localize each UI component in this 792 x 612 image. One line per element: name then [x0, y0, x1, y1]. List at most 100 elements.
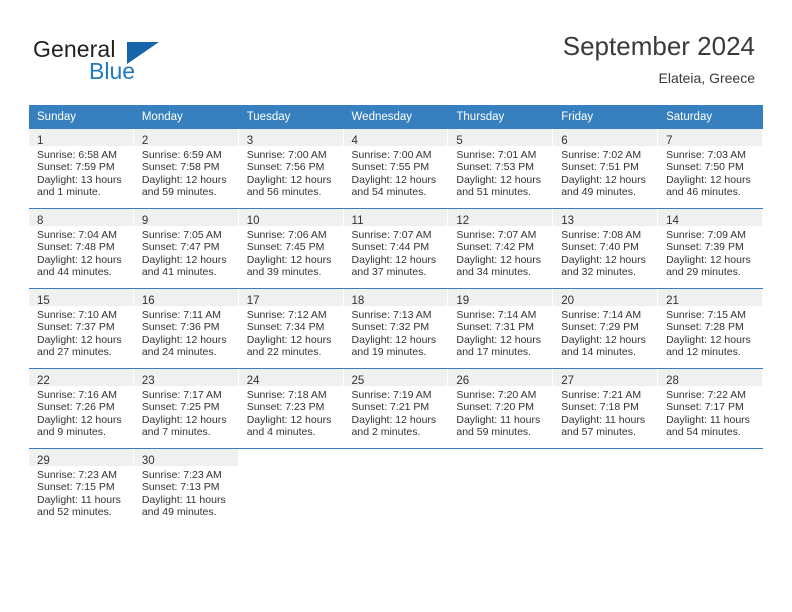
day-details: Sunrise: 7:21 AM Sunset: 7:18 PM Daylight:… — [553, 386, 658, 439]
day-details: Sunrise: 7:13 AM Sunset: 7:32 PM Daylight:… — [344, 306, 449, 359]
daylight-text-line1: Daylight: 11 hours — [561, 413, 646, 426]
day-number: 13 — [561, 215, 575, 227]
weekday-header-saturday: Saturday — [658, 105, 763, 129]
calendar-cell-inner: 8 Sunrise: 7:04 AM Sunset: 7:48 PM Daylight… — [29, 209, 134, 288]
daylight-text-line2: and 49 minutes. — [561, 186, 636, 199]
day-number-strip: 2 — [133, 129, 239, 147]
daylight-text-line1: Daylight: 12 hours — [561, 253, 646, 266]
calendar-cell-day[interactable]: 15 Sunrise: 7:10 AM Sunset: 7:37 PM Dayligh… — [29, 288, 134, 369]
sunrise-text: Sunrise: 7:04 AM — [37, 229, 117, 241]
calendar-cell-day[interactable]: 7 Sunrise: 7:03 AM Sunset: 7:50 PM Daylight… — [658, 129, 763, 209]
calendar-cell-day[interactable]: 13 Sunrise: 7:08 AM Sunset: 7:40 PM Dayligh… — [553, 208, 659, 289]
sunrise-text: Sunrise: 7:05 AM — [141, 229, 222, 241]
daylight-text-line1: Daylight: 12 hours — [561, 333, 646, 346]
calendar-cell-day[interactable]: 17 Sunrise: 7:12 AM Sunset: 7:34 PM Dayligh… — [238, 288, 344, 369]
daylight-text-line1: Daylight: 12 hours — [141, 253, 227, 266]
sunrise-text: Sunrise: 7:13 AM — [351, 309, 432, 321]
day-details: Sunrise: 7:09 AM Sunset: 7:39 PM Daylight:… — [658, 226, 763, 279]
day-number-strip: 27 — [553, 369, 659, 387]
day-number-strip: 6 — [553, 129, 659, 147]
calendar-cell-day[interactable]: 11 Sunrise: 7:07 AM Sunset: 7:44 PM Dayligh… — [343, 208, 449, 289]
general-blue-logo[interactable]: General Blue — [33, 36, 223, 92]
day-number: 25 — [351, 375, 365, 387]
day-details: Sunrise: 7:06 AM Sunset: 7:45 PM Daylight:… — [239, 226, 344, 279]
day-details: Sunrise: 7:16 AM Sunset: 7:26 PM Daylight:… — [29, 386, 134, 439]
calendar-cell-inner: 21 Sunrise: 7:15 AM Sunset: 7:28 PM Dayligh… — [658, 289, 763, 368]
day-number-strip: 28 — [658, 369, 763, 387]
day-number-strip: 18 — [343, 289, 449, 307]
calendar-cell-day[interactable]: 25 Sunrise: 7:19 AM Sunset: 7:21 PM Dayligh… — [343, 368, 449, 449]
calendar-cell-day[interactable]: 20 Sunrise: 7:14 AM Sunset: 7:29 PM Dayligh… — [553, 288, 659, 369]
calendar-cell-day[interactable]: 19 Sunrise: 7:14 AM Sunset: 7:31 PM Dayligh… — [448, 288, 554, 369]
daylight-text-line2: and 51 minutes. — [456, 186, 532, 199]
calendar-cell-inner: 25 Sunrise: 7:19 AM Sunset: 7:21 PM Dayligh… — [343, 369, 449, 448]
daylight-text-line1: Daylight: 12 hours — [141, 333, 227, 346]
sunset-text: Sunset: 7:58 PM — [141, 161, 220, 174]
calendar-cell-day[interactable]: 16 Sunrise: 7:11 AM Sunset: 7:36 PM Dayligh… — [133, 288, 239, 369]
calendar-cell-empty — [343, 448, 449, 528]
sunset-text: Sunset: 7:40 PM — [561, 241, 639, 254]
day-number-strip: 4 — [343, 129, 449, 147]
calendar-cell-inner: 12 Sunrise: 7:07 AM Sunset: 7:42 PM Dayligh… — [448, 209, 554, 288]
day-number-strip — [553, 449, 658, 466]
calendar-cell-day[interactable]: 22 Sunrise: 7:16 AM Sunset: 7:26 PM Dayligh… — [29, 368, 134, 449]
calendar-cell-day[interactable]: 10 Sunrise: 7:06 AM Sunset: 7:45 PM Dayligh… — [238, 208, 344, 289]
day-number: 2 — [141, 135, 149, 147]
calendar-cell-day[interactable]: 30 Sunrise: 7:23 AM Sunset: 7:13 PM Dayligh… — [133, 448, 239, 528]
day-details: Sunrise: 7:19 AM Sunset: 7:21 PM Daylight:… — [344, 386, 449, 439]
calendar-cell-day[interactable]: 6 Sunrise: 7:02 AM Sunset: 7:51 PM Daylight… — [553, 129, 659, 209]
calendar-week-row: 22 Sunrise: 7:16 AM Sunset: 7:26 PM Dayligh… — [29, 368, 763, 449]
sunrise-text: Sunrise: 7:02 AM — [561, 149, 642, 161]
day-number-strip: 26 — [448, 369, 554, 387]
calendar-cell-day[interactable]: 4 Sunrise: 7:00 AM Sunset: 7:55 PM Daylight… — [343, 129, 449, 209]
daylight-text-line2: and 22 minutes. — [246, 346, 322, 359]
calendar-cell-day[interactable]: 5 Sunrise: 7:01 AM Sunset: 7:53 PM Daylight… — [448, 129, 554, 209]
sunset-text: Sunset: 7:48 PM — [37, 241, 115, 254]
calendar-cell-day[interactable]: 1 Sunrise: 6:58 AM Sunset: 7:59 PM Daylight… — [29, 129, 134, 209]
calendar-cell-day[interactable]: 3 Sunrise: 7:00 AM Sunset: 7:56 PM Daylight… — [238, 129, 344, 209]
calendar-week-row: 15 Sunrise: 7:10 AM Sunset: 7:37 PM Dayligh… — [29, 288, 763, 369]
daylight-text-line1: Daylight: 12 hours — [666, 333, 751, 346]
calendar-cell-day[interactable]: 26 Sunrise: 7:20 AM Sunset: 7:20 PM Dayligh… — [448, 368, 554, 449]
day-details: Sunrise: 7:05 AM Sunset: 7:47 PM Daylight:… — [134, 226, 239, 279]
day-details: Sunrise: 7:18 AM Sunset: 7:23 PM Daylight:… — [239, 386, 344, 439]
day-number: 27 — [561, 375, 575, 387]
calendar-cell-day[interactable]: 8 Sunrise: 7:04 AM Sunset: 7:48 PM Daylight… — [29, 208, 134, 289]
calendar-cell-inner — [658, 449, 763, 528]
calendar-cell-day[interactable]: 9 Sunrise: 7:05 AM Sunset: 7:47 PM Daylight… — [133, 208, 239, 289]
daylight-text-line2: and 12 minutes. — [666, 346, 741, 359]
calendar-cell-inner: 7 Sunrise: 7:03 AM Sunset: 7:50 PM Daylight… — [658, 129, 763, 208]
calendar-cell-day[interactable]: 24 Sunrise: 7:18 AM Sunset: 7:23 PM Dayligh… — [238, 368, 344, 449]
sunrise-text: Sunrise: 7:23 AM — [37, 469, 117, 481]
sunset-text: Sunset: 7:42 PM — [456, 241, 535, 254]
calendar-cell-day[interactable]: 29 Sunrise: 7:23 AM Sunset: 7:15 PM Dayligh… — [29, 448, 134, 528]
day-details: Sunrise: 7:23 AM Sunset: 7:13 PM Daylight:… — [134, 466, 239, 519]
sunrise-text: Sunrise: 7:15 AM — [666, 309, 747, 321]
sunrise-text: Sunrise: 7:03 AM — [666, 149, 747, 161]
calendar-cell-day[interactable]: 21 Sunrise: 7:15 AM Sunset: 7:28 PM Dayligh… — [658, 288, 763, 369]
day-number: 6 — [561, 135, 568, 147]
day-number: 3 — [246, 135, 254, 147]
day-number: 11 — [351, 215, 364, 227]
day-number-strip: 7 — [658, 129, 763, 147]
day-details: Sunrise: 7:04 AM Sunset: 7:48 PM Daylight:… — [29, 226, 134, 279]
calendar-cell-day[interactable]: 23 Sunrise: 7:17 AM Sunset: 7:25 PM Dayligh… — [133, 368, 239, 449]
calendar-cell-day[interactable]: 28 Sunrise: 7:22 AM Sunset: 7:17 PM Dayligh… — [658, 368, 763, 449]
calendar-cell-day[interactable]: 2 Sunrise: 6:59 AM Sunset: 7:58 PM Daylight… — [133, 129, 239, 209]
daylight-text-line1: Daylight: 11 hours — [141, 493, 226, 506]
calendar-cell-day[interactable]: 14 Sunrise: 7:09 AM Sunset: 7:39 PM Dayligh… — [658, 208, 763, 289]
sunset-text: Sunset: 7:23 PM — [246, 401, 325, 414]
sunrise-text: Sunrise: 7:08 AM — [561, 229, 642, 241]
calendar-cell-inner: 19 Sunrise: 7:14 AM Sunset: 7:31 PM Dayligh… — [448, 289, 554, 368]
daylight-text-line2: and 32 minutes. — [561, 266, 636, 279]
calendar-cell-empty — [658, 448, 763, 528]
sunrise-text: Sunrise: 7:16 AM — [37, 389, 117, 401]
calendar-cell-day[interactable]: 12 Sunrise: 7:07 AM Sunset: 7:42 PM Dayligh… — [448, 208, 554, 289]
day-details: Sunrise: 7:02 AM Sunset: 7:51 PM Daylight:… — [553, 146, 658, 199]
calendar-cell-day[interactable]: 18 Sunrise: 7:13 AM Sunset: 7:32 PM Dayligh… — [343, 288, 449, 369]
day-number-strip: 25 — [343, 369, 449, 387]
sunset-text: Sunset: 7:44 PM — [351, 241, 430, 254]
calendar-cell-day[interactable]: 27 Sunrise: 7:21 AM Sunset: 7:18 PM Dayligh… — [553, 368, 659, 449]
daylight-text-line1: Daylight: 12 hours — [141, 173, 227, 186]
day-number: 16 — [141, 295, 155, 307]
